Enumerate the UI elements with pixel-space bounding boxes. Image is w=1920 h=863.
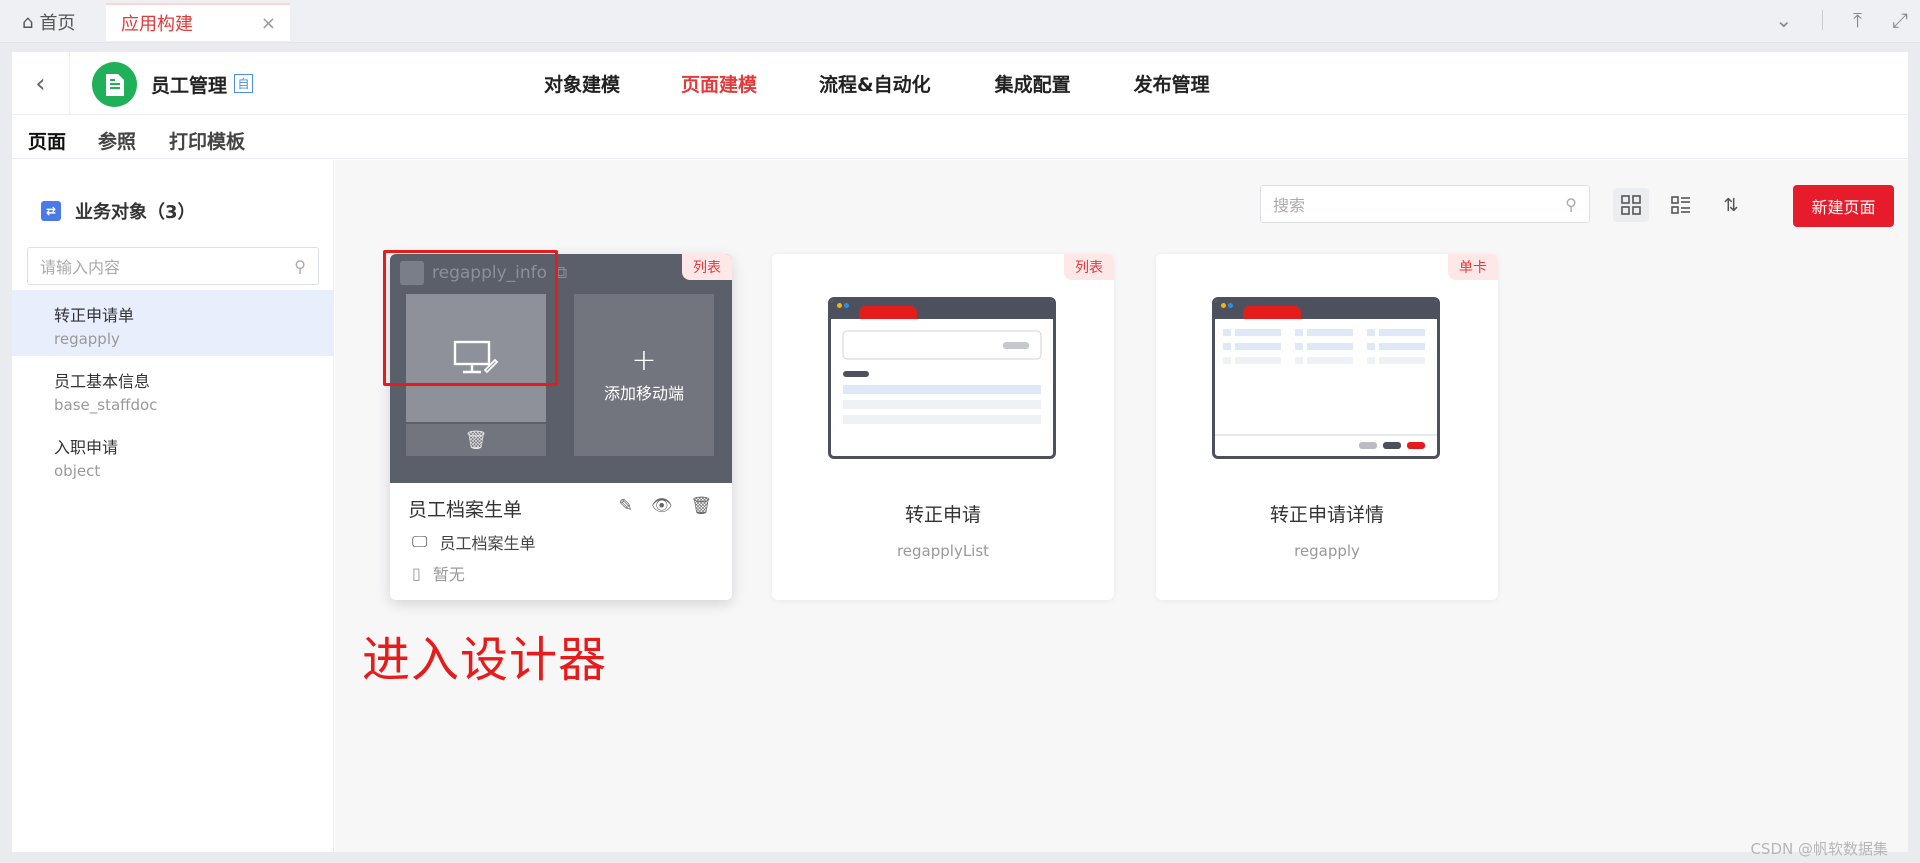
- add-mobile-label: 添加移动端: [603, 384, 684, 403]
- sidebar-title: 业务对象（3）: [75, 202, 196, 223]
- home-icon: ⌂: [22, 11, 34, 33]
- eye-icon[interactable]: 👁: [651, 496, 673, 516]
- list-item[interactable]: 员工基本信息 base_staffdoc: [12, 356, 334, 422]
- page-card[interactable]: 单卡 转正申请详情 regapply: [1156, 254, 1498, 600]
- search-input[interactable]: 搜索 ⚲: [1260, 185, 1590, 223]
- card-type-tag: 单卡: [1448, 254, 1498, 280]
- trash-icon[interactable]: 🗑: [690, 496, 712, 516]
- app-type-badge: 自: [234, 74, 253, 93]
- mobile-page-label: 暂无: [432, 565, 465, 584]
- mobile-page-row: ▯ 暂无: [412, 561, 465, 585]
- list-item[interactable]: 入职申请 object: [12, 422, 334, 488]
- card-name: 转正申请: [904, 504, 981, 526]
- document-icon: [105, 73, 124, 96]
- add-mobile-button[interactable]: + 添加移动端: [574, 294, 714, 456]
- edit-icon[interactable]: ✎: [619, 496, 633, 516]
- tab-app-build-label: 应用构建: [121, 14, 193, 35]
- grid-view-icon[interactable]: [1613, 188, 1649, 222]
- delete-pc-button[interactable]: 🗑: [406, 424, 546, 456]
- monitor-icon: 🖵: [412, 532, 428, 551]
- business-object-icon: ⇄: [41, 201, 61, 221]
- list-item-code: base_staffdoc: [54, 396, 158, 414]
- sort-icon[interactable]: ⇅: [1713, 188, 1749, 222]
- mobile-icon: ▯: [412, 563, 421, 583]
- chevron-down-icon[interactable]: ⌄: [1775, 8, 1792, 32]
- list-item-code: regapply: [54, 330, 120, 348]
- nav-object-modeling[interactable]: 对象建模: [544, 70, 620, 97]
- chevron-left-icon: ‹: [35, 68, 46, 99]
- close-icon[interactable]: ×: [261, 13, 276, 34]
- card-type-tag: 列表: [682, 254, 732, 280]
- browser-tab-bar: ⌂ 首页 应用构建 × ⌄ ⤒ ⤢: [0, 0, 1920, 43]
- list-item-title: 转正申请单: [54, 306, 135, 325]
- list-item-title: 员工基本信息: [54, 372, 151, 391]
- new-page-button[interactable]: 新建页面: [1793, 185, 1894, 227]
- annotation-text: 进入设计器: [362, 632, 608, 688]
- sidebar: ⇄ 业务对象（3） 请输入内容 ⚲ 转正申请单 regapply 员工基本信息 …: [12, 160, 334, 852]
- app-header: ‹ 员工管理 自 对象建模 页面建模 流程&自动化 集成配置 发布管理: [12, 52, 1908, 115]
- search-icon: ⚲: [294, 256, 306, 276]
- pc-page-label: 员工档案生单: [439, 534, 536, 553]
- search-icon: ⚲: [1565, 194, 1577, 214]
- app-logo: [92, 62, 137, 107]
- trash-icon: 🗑: [464, 429, 488, 451]
- pc-page-row: 🖵 员工档案生单: [412, 530, 535, 554]
- sidebar-search-placeholder: 请输入内容: [40, 258, 121, 277]
- annotation-highlight-box: [383, 250, 558, 386]
- tab-app-build[interactable]: 应用构建 ×: [106, 3, 290, 41]
- list-page-thumbnail: [828, 297, 1056, 459]
- subtab-print-template[interactable]: 打印模板: [169, 127, 245, 154]
- nav-page-modeling[interactable]: 页面建模: [681, 70, 757, 97]
- watermark: CSDN @帆软数据集: [1750, 840, 1888, 858]
- top-nav: 对象建模 页面建模 流程&自动化 集成配置 发布管理: [544, 70, 1210, 97]
- plus-icon: +: [631, 343, 657, 378]
- subtab-page[interactable]: 页面: [28, 127, 67, 164]
- card-code: regapplyList: [896, 542, 990, 560]
- list-item-code: object: [54, 462, 101, 480]
- page-card[interactable]: 列表 转正申请 regapplyList: [772, 254, 1114, 600]
- list-item[interactable]: 转正申请单 regapply: [12, 290, 334, 356]
- card-name: 员工档案生单: [408, 499, 523, 521]
- card-actions: ✎ 👁 🗑: [619, 496, 712, 516]
- nav-publish-management[interactable]: 发布管理: [1134, 70, 1210, 97]
- sidebar-search-input[interactable]: 请输入内容 ⚲: [27, 247, 319, 285]
- search-placeholder: 搜索: [1273, 196, 1306, 215]
- nav-integration-config[interactable]: 集成配置: [995, 70, 1071, 97]
- list-view-icon[interactable]: [1663, 188, 1699, 222]
- business-object-list: 转正申请单 regapply 员工基本信息 base_staffdoc 入职申请…: [12, 290, 334, 488]
- card-name: 转正申请详情: [1269, 504, 1384, 526]
- upload-icon[interactable]: ⤒: [1853, 8, 1862, 32]
- list-item-title: 入职申请: [54, 438, 119, 457]
- back-button[interactable]: ‹: [12, 52, 70, 115]
- nav-process-automation[interactable]: 流程&自动化: [819, 70, 931, 97]
- divider: [1822, 10, 1824, 30]
- card-code: regapply: [1294, 542, 1360, 560]
- card-page-thumbnail: [1212, 297, 1440, 459]
- sub-tabs: 页面 参照 打印模板: [12, 115, 1908, 164]
- card-type-tag: 列表: [1064, 254, 1114, 280]
- sidebar-header: ⇄ 业务对象（3）: [41, 198, 196, 224]
- fullscreen-icon[interactable]: ⤢: [1892, 8, 1908, 32]
- app-frame: ‹ 员工管理 自 对象建模 页面建模 流程&自动化 集成配置 发布管理 页面 参…: [12, 52, 1908, 852]
- subtab-reference[interactable]: 参照: [98, 127, 136, 154]
- tab-home-label: 首页: [39, 13, 76, 34]
- view-tools: ⇅: [1613, 188, 1749, 222]
- window-controls: ⌄ ⤒ ⤢: [1775, 8, 1908, 32]
- main-content: 搜索 ⚲ ⇅ 新建页面 regapply_info ⧉ 🗑 + 添加移动端 列表…: [335, 160, 1908, 852]
- app-name: 员工管理: [151, 75, 228, 97]
- tab-home[interactable]: ⌂ 首页: [22, 3, 75, 41]
